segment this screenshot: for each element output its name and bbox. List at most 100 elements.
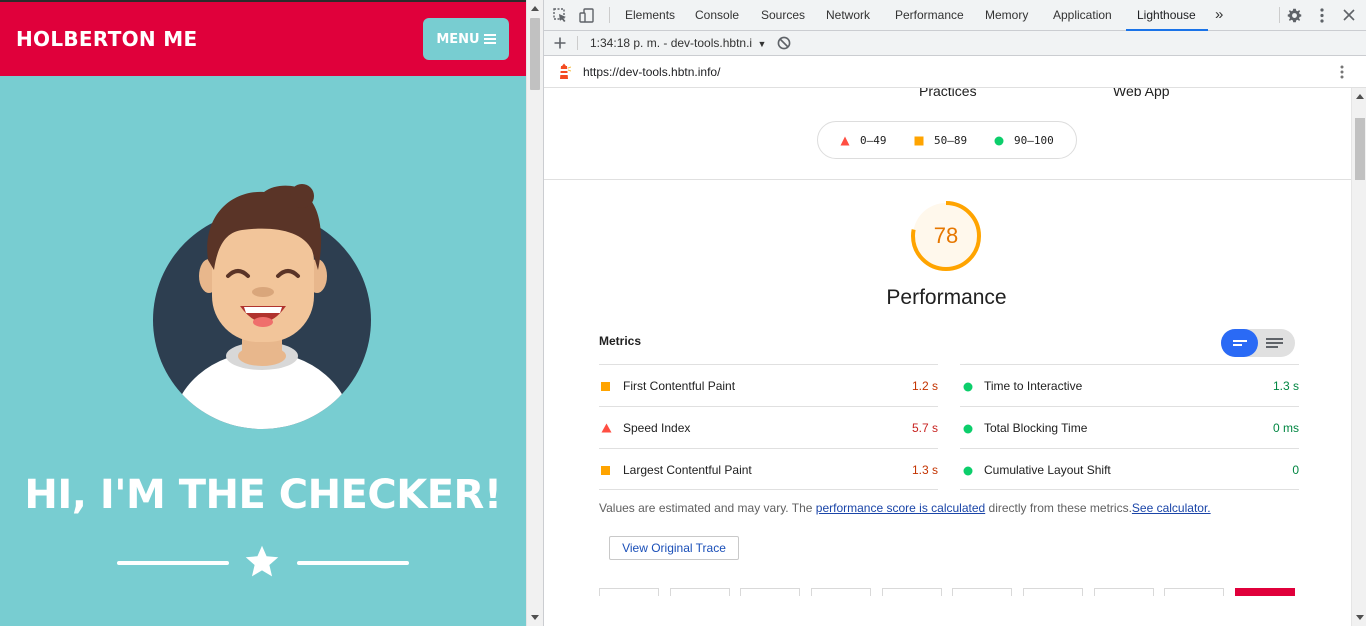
hero-title: HI, I'M THE CHECKER!	[24, 472, 502, 518]
filmstrip-frame	[882, 588, 942, 596]
section-divider	[544, 179, 1351, 180]
expanded-icon-line	[1266, 342, 1283, 344]
tab-network[interactable]: Network	[826, 0, 870, 30]
filmstrip-frame	[1164, 588, 1224, 596]
metric-name: Largest Contentful Paint	[623, 463, 752, 477]
square-icon	[601, 382, 610, 391]
menu-button[interactable]: MENU	[423, 18, 509, 60]
metric-value: 0	[1292, 463, 1299, 477]
metric-name: Speed Index	[623, 421, 691, 435]
tab-console[interactable]: Console	[695, 0, 739, 30]
report-url-bar: https://dev-tools.hbtn.info/	[544, 56, 1366, 88]
metrics-view-toggle[interactable]	[1221, 329, 1295, 357]
metric-row: Largest Contentful Paint 1.3 s	[599, 448, 938, 490]
tab-lighthouse[interactable]: Lighthouse	[1126, 0, 1208, 31]
avatar-illustration	[153, 184, 371, 429]
metric-value: 1.3 s	[911, 463, 938, 477]
category-title: Performance	[886, 286, 1007, 309]
score-legend: 0–49 50–89 90–100	[817, 121, 1077, 159]
scrollbar-thumb[interactable]	[530, 18, 540, 90]
report-menu-icon[interactable]	[1340, 65, 1344, 79]
brand-logo[interactable]: HOLBERTON ME	[16, 27, 197, 51]
category-label-pwa[interactable]: Web App	[1113, 88, 1170, 99]
legend-range: 90–100	[1014, 134, 1054, 147]
more-tabs-button[interactable]: »	[1215, 0, 1223, 30]
note-text: Values are estimated and may vary. The	[599, 501, 816, 515]
device-toolbar-icon[interactable]	[579, 8, 595, 23]
more-options-icon[interactable]	[1317, 8, 1327, 23]
browser-window: HOLBERTON ME MENU HI, I'M THE CHECKER! E…	[0, 0, 1366, 626]
circle-icon	[963, 466, 973, 476]
compact-icon-line	[1233, 344, 1242, 346]
triangle-icon	[840, 136, 850, 145]
see-calculator-link[interactable]: See calculator.	[1132, 501, 1211, 515]
page-scrollbar[interactable]	[526, 0, 543, 626]
category-label-best-practices[interactable]: Practices	[919, 88, 977, 99]
divider-line-left	[117, 561, 229, 565]
scrollbar-thumb[interactable]	[1355, 118, 1365, 180]
triangle-icon	[601, 423, 612, 433]
filmstrip-frame	[1094, 588, 1154, 596]
square-icon	[601, 466, 610, 475]
divider-line-right	[297, 561, 409, 565]
navbar: HOLBERTON ME MENU	[0, 2, 526, 76]
devtools-tabbar: Elements Console Sources Network Perform…	[544, 0, 1366, 31]
clear-reports-icon[interactable]	[777, 36, 791, 50]
report-selector[interactable]: 1:34:18 p. m. - dev-tools.hbtn.i ▼	[590, 36, 766, 50]
tab-memory[interactable]: Memory	[985, 0, 1028, 30]
circle-icon	[994, 136, 1004, 145]
metrics-heading: Metrics	[599, 334, 642, 348]
metric-value: 1.2 s	[911, 379, 938, 393]
toolbar-separator	[609, 7, 610, 23]
legend-item-average: 50–89	[914, 134, 967, 147]
view-original-trace-button[interactable]: View Original Trace	[609, 536, 739, 560]
report-url: https://dev-tools.hbtn.info/	[583, 65, 721, 79]
filmstrip-frame	[599, 588, 659, 596]
metric-row: Cumulative Layout Shift 0	[960, 448, 1299, 490]
expanded-icon-line	[1266, 338, 1283, 340]
metric-value: 5.7 s	[911, 421, 938, 435]
tab-performance[interactable]: Performance	[895, 0, 964, 30]
toolbar-separator	[577, 36, 578, 50]
scroll-up-icon[interactable]	[531, 6, 539, 11]
legend-range: 0–49	[860, 134, 887, 147]
expanded-icon-line	[1266, 346, 1278, 348]
square-icon	[914, 136, 924, 145]
metric-name: First Contentful Paint	[623, 379, 736, 393]
filmstrip-frame	[670, 588, 730, 596]
score-calculation-link[interactable]: performance score is calculated	[816, 501, 985, 515]
report-scrollbar[interactable]	[1351, 88, 1366, 626]
circle-icon	[963, 382, 973, 392]
inspect-element-icon[interactable]	[553, 8, 568, 23]
metrics-bottom-border	[599, 489, 938, 490]
legend-range: 50–89	[934, 134, 968, 147]
lighthouse-icon	[560, 63, 571, 79]
lighthouse-toolbar: 1:34:18 p. m. - dev-tools.hbtn.i ▼	[544, 31, 1366, 56]
filmstrip-frame	[952, 588, 1012, 596]
star-icon	[245, 545, 279, 577]
filmstrip-frame	[1235, 588, 1295, 596]
hamburger-icon	[483, 34, 496, 44]
scroll-down-icon[interactable]	[531, 615, 539, 620]
close-devtools-icon[interactable]	[1343, 9, 1355, 21]
metric-row: Speed Index 5.7 s	[599, 406, 938, 448]
compact-icon-line	[1233, 340, 1247, 342]
metric-name: Time to Interactive	[984, 379, 1083, 393]
metric-value: 1.3 s	[1272, 379, 1299, 393]
metric-name: Total Blocking Time	[984, 421, 1088, 435]
scroll-up-icon[interactable]	[1356, 94, 1364, 99]
devtools-panel: Elements Console Sources Network Perform…	[543, 0, 1366, 626]
metric-row: Total Blocking Time 0 ms	[960, 406, 1299, 448]
plus-icon[interactable]	[554, 37, 566, 49]
legend-item-fail: 0–49	[840, 134, 887, 147]
tab-sources[interactable]: Sources	[761, 0, 805, 30]
toggle-compact[interactable]	[1221, 329, 1258, 357]
scroll-down-icon[interactable]	[1356, 615, 1364, 620]
performance-score: 78	[933, 223, 959, 248]
filmstrip-frame	[1023, 588, 1083, 596]
lighthouse-report: Practices Web App 0–49 50–89 90–100 78 P…	[544, 88, 1351, 626]
tab-elements[interactable]: Elements	[625, 0, 675, 30]
tab-application[interactable]: Application	[1053, 0, 1112, 30]
toolbar-separator	[1279, 7, 1280, 23]
gear-icon[interactable]	[1287, 8, 1302, 23]
